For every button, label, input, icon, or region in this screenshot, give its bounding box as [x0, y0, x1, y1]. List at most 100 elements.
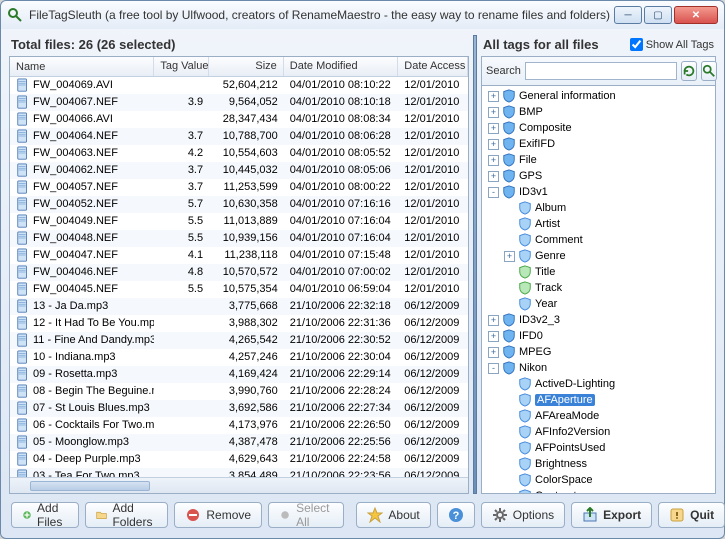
tree-item[interactable]: +MPEG [482, 344, 715, 360]
table-row[interactable]: 12 - It Had To Be You.mp33,988,30221/10/… [10, 315, 468, 332]
expand-toggle[interactable]: + [488, 123, 499, 134]
tree-item[interactable]: AFPointsUsed [482, 440, 715, 456]
table-row[interactable]: FW_004045.NEF5.510,575,35404/01/2010 06:… [10, 281, 468, 298]
table-row[interactable]: 13 - Ja Da.mp33,775,66821/10/2006 22:32:… [10, 298, 468, 315]
tags-tree[interactable]: +General information+BMP+Composite+ExifI… [481, 85, 716, 494]
table-row[interactable]: FW_004064.NEF3.710,788,70004/01/2010 08:… [10, 128, 468, 145]
expand-toggle[interactable]: - [488, 363, 499, 374]
tree-item[interactable]: +GPS [482, 168, 715, 184]
horizontal-scrollbar[interactable] [10, 477, 468, 493]
grid-body[interactable]: FW_004069.AVI52,604,21204/01/2010 08:10:… [10, 77, 468, 477]
help-button[interactable] [437, 502, 475, 528]
tree-item[interactable]: -Nikon [482, 360, 715, 376]
minimize-button[interactable]: ─ [614, 6, 642, 24]
search-input[interactable] [525, 62, 677, 80]
col-mod[interactable]: Date Modified [284, 57, 398, 76]
table-row[interactable]: FW_004046.NEF4.810,570,57204/01/2010 07:… [10, 264, 468, 281]
add-folders-button[interactable]: Add Folders [85, 502, 168, 528]
tree-item[interactable]: AFInfo2Version [482, 424, 715, 440]
refresh-button[interactable] [681, 61, 697, 81]
cell-size: 4,387,478 [209, 435, 284, 449]
col-tag[interactable]: Tag Value [154, 57, 209, 76]
table-row[interactable]: FW_004049.NEF5.511,013,88904/01/2010 07:… [10, 213, 468, 230]
table-row[interactable]: 06 - Cocktails For Two.mp34,173,97621/10… [10, 417, 468, 434]
table-row[interactable]: 07 - St Louis Blues.mp33,692,58621/10/20… [10, 400, 468, 417]
tree-item[interactable]: -ID3v1 [482, 184, 715, 200]
tree-item[interactable]: ColorSpace [482, 472, 715, 488]
tree-item[interactable]: +Genre [482, 248, 715, 264]
cell-mod: 04/01/2010 08:00:22 [284, 180, 398, 194]
file-grid[interactable]: Name Tag Value Size Date Modified Date A… [9, 56, 469, 494]
maximize-button[interactable]: ▢ [644, 6, 672, 24]
tree-item[interactable]: Track [482, 280, 715, 296]
tree-item[interactable]: +BMP [482, 104, 715, 120]
cell-mod: 21/10/2006 22:26:50 [284, 418, 398, 432]
col-size[interactable]: Size [209, 57, 284, 76]
expand-toggle[interactable]: + [488, 331, 499, 342]
table-row[interactable]: FW_004052.NEF5.710,630,35804/01/2010 07:… [10, 196, 468, 213]
tree-item[interactable]: +ID3v2_3 [482, 312, 715, 328]
table-row[interactable]: FW_004066.AVI28,347,43404/01/2010 08:08:… [10, 111, 468, 128]
table-row[interactable]: FW_004063.NEF4.210,554,60304/01/2010 08:… [10, 145, 468, 162]
table-row[interactable]: 04 - Deep Purple.mp34,629,64321/10/2006 … [10, 451, 468, 468]
table-row[interactable]: FW_004062.NEF3.710,445,03204/01/2010 08:… [10, 162, 468, 179]
expand-toggle[interactable]: + [488, 315, 499, 326]
show-all-tags-checkbox[interactable]: Show All Tags [630, 38, 714, 51]
quit-button[interactable]: Quit [658, 502, 725, 528]
tree-item[interactable]: ActiveD-Lighting [482, 376, 715, 392]
expand-toggle[interactable]: + [504, 251, 515, 262]
tree-item[interactable]: +IFD0 [482, 328, 715, 344]
expand-spacer [504, 411, 515, 422]
splitter[interactable] [473, 35, 477, 494]
table-row[interactable]: FW_004047.NEF4.111,238,11804/01/2010 07:… [10, 247, 468, 264]
expand-toggle[interactable]: + [488, 107, 499, 118]
export-button[interactable]: Export [571, 502, 652, 528]
tree-item[interactable]: Year [482, 296, 715, 312]
scroll-thumb[interactable] [30, 481, 150, 491]
tree-item[interactable]: +General information [482, 88, 715, 104]
tree-item[interactable]: AFAperture [482, 392, 715, 408]
col-name[interactable]: Name [10, 57, 154, 76]
add-files-button[interactable]: Add Files [11, 502, 79, 528]
table-row[interactable]: FW_004067.NEF3.99,564,05204/01/2010 08:1… [10, 94, 468, 111]
tree-item[interactable]: +Composite [482, 120, 715, 136]
table-row[interactable]: 05 - Moonglow.mp34,387,47821/10/2006 22:… [10, 434, 468, 451]
expand-toggle[interactable]: + [488, 155, 499, 166]
file-name: 08 - Begin The Beguine.mp3 [33, 385, 154, 397]
table-row[interactable]: 08 - Begin The Beguine.mp33,990,76021/10… [10, 383, 468, 400]
col-acc[interactable]: Date Access [398, 57, 468, 76]
table-row[interactable]: FW_004069.AVI52,604,21204/01/2010 08:10:… [10, 77, 468, 94]
tree-item[interactable]: Brightness [482, 456, 715, 472]
select-all-button[interactable]: Select All [268, 502, 344, 528]
expand-toggle[interactable]: - [488, 187, 499, 198]
tree-label: AFInfo2Version [535, 426, 610, 438]
tree-item[interactable]: +File [482, 152, 715, 168]
options-button[interactable]: Options [481, 502, 565, 528]
about-button[interactable]: About [356, 502, 430, 528]
grid-header[interactable]: Name Tag Value Size Date Modified Date A… [10, 57, 468, 77]
remove-button[interactable]: Remove [174, 502, 262, 528]
show-all-tags-input[interactable] [630, 38, 643, 51]
table-row[interactable]: FW_004057.NEF3.711,253,59904/01/2010 08:… [10, 179, 468, 196]
cell-tag [154, 356, 209, 358]
tree-item[interactable]: Contrast [482, 488, 715, 494]
table-row[interactable]: 11 - Fine And Dandy.mp34,265,54221/10/20… [10, 332, 468, 349]
search-button[interactable] [701, 61, 717, 81]
tree-item[interactable]: Title [482, 264, 715, 280]
table-row[interactable]: 03 - Tea For Two.mp33,854,48921/10/2006 … [10, 468, 468, 477]
tree-item[interactable]: Artist [482, 216, 715, 232]
table-row[interactable]: 10 - Indiana.mp34,257,24621/10/2006 22:3… [10, 349, 468, 366]
close-button[interactable]: ✕ [674, 6, 718, 24]
cell-size: 10,445,032 [209, 163, 284, 177]
tree-item[interactable]: +ExifIFD [482, 136, 715, 152]
expand-toggle[interactable]: + [488, 91, 499, 102]
table-row[interactable]: 09 - Rosetta.mp34,169,42421/10/2006 22:2… [10, 366, 468, 383]
expand-toggle[interactable]: + [488, 139, 499, 150]
tree-item[interactable]: AFAreaMode [482, 408, 715, 424]
titlebar[interactable]: FileTagSleuth (a free tool by Ulfwood, c… [1, 1, 724, 29]
tree-item[interactable]: Album [482, 200, 715, 216]
table-row[interactable]: FW_004048.NEF5.510,939,15604/01/2010 07:… [10, 230, 468, 247]
expand-toggle[interactable]: + [488, 171, 499, 182]
expand-toggle[interactable]: + [488, 347, 499, 358]
tree-item[interactable]: Comment [482, 232, 715, 248]
